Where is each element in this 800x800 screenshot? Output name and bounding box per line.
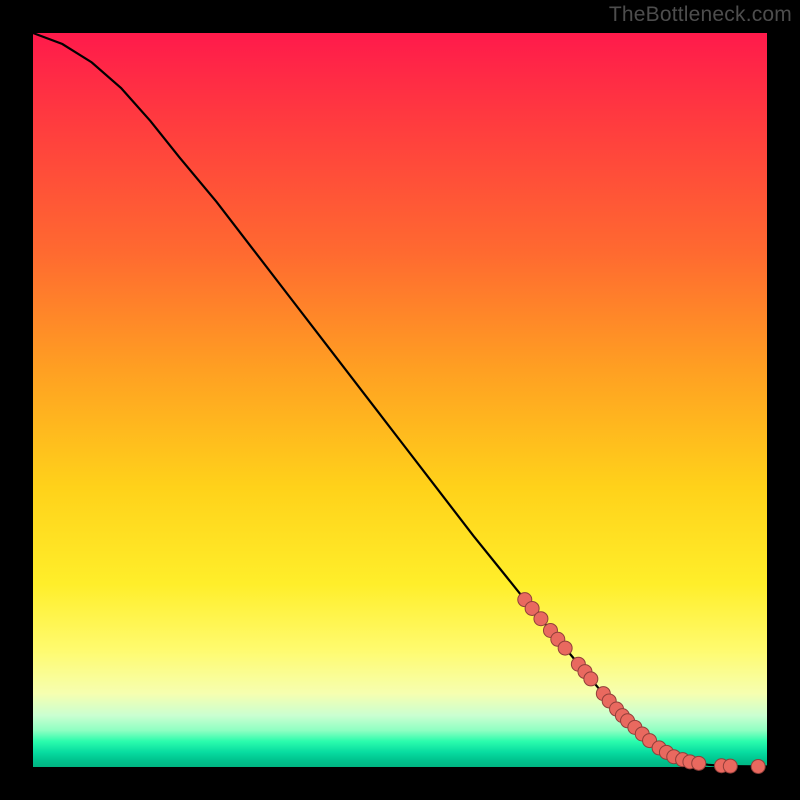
- chart-point: [558, 641, 572, 655]
- chart-point: [584, 672, 598, 686]
- chart-point: [534, 612, 548, 626]
- chart-point: [692, 756, 706, 770]
- chart-point: [723, 759, 737, 773]
- chart-plot-area: [33, 33, 767, 767]
- watermark-text: TheBottleneck.com: [609, 3, 792, 27]
- chart-point: [751, 759, 765, 773]
- chart-curve: [33, 33, 767, 766]
- chart-points-group: [518, 593, 765, 774]
- chart-svg: [33, 33, 767, 767]
